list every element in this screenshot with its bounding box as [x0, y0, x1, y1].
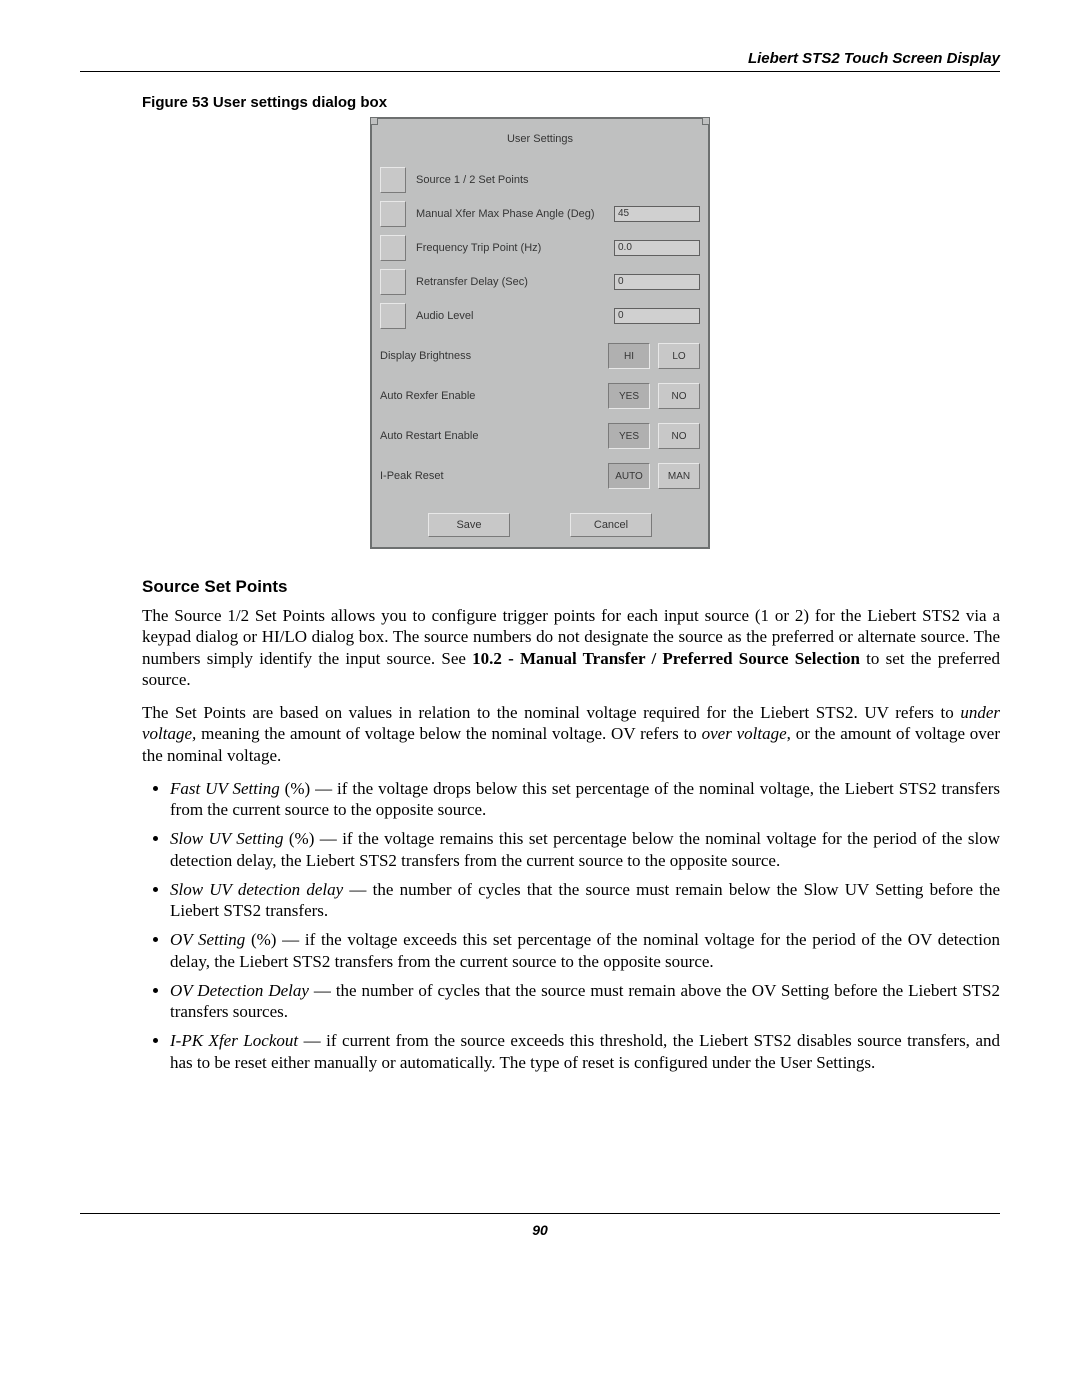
- row-retransfer: Retransfer Delay (Sec) 0: [380, 269, 700, 295]
- freq-trip-label: Frequency Trip Point (Hz): [416, 242, 614, 254]
- row-ipeak: I-Peak Reset AUTO MAN: [380, 463, 700, 489]
- top-rule: [80, 71, 1000, 72]
- audio-button[interactable]: [380, 303, 406, 329]
- bullet-item: Slow UV detection delay — the number of …: [170, 879, 1000, 922]
- bullet-item: OV Detection Delay — the number of cycle…: [170, 980, 1000, 1023]
- bullet-list: Fast UV Setting (%) — if the voltage dro…: [142, 778, 1000, 1073]
- row-phase-angle: Manual Xfer Max Phase Angle (Deg) 45: [380, 201, 700, 227]
- brightness-hi[interactable]: HI: [608, 343, 650, 369]
- brightness-lo[interactable]: LO: [658, 343, 700, 369]
- retransfer-label: Retransfer Delay (Sec): [416, 276, 614, 288]
- row-freq-trip: Frequency Trip Point (Hz) 0.0: [380, 235, 700, 261]
- bullet-item: OV Setting (%) — if the voltage exceeds …: [170, 929, 1000, 972]
- phase-angle-label: Manual Xfer Max Phase Angle (Deg): [416, 208, 614, 220]
- brightness-label: Display Brightness: [380, 350, 608, 362]
- audio-input[interactable]: 0: [614, 308, 700, 324]
- row-audio: Audio Level 0: [380, 303, 700, 329]
- setpoints-button[interactable]: [380, 167, 406, 193]
- row-rexfer: Auto Rexfer Enable YES NO: [380, 383, 700, 409]
- rexfer-yes[interactable]: YES: [608, 383, 650, 409]
- row-source-setpoints: Source 1 / 2 Set Points: [380, 167, 700, 193]
- ipeak-man[interactable]: MAN: [658, 463, 700, 489]
- retransfer-button[interactable]: [380, 269, 406, 295]
- restart-yes[interactable]: YES: [608, 423, 650, 449]
- retransfer-input[interactable]: 0: [614, 274, 700, 290]
- row-brightness: Display Brightness HI LO: [380, 343, 700, 369]
- bullet-item: Slow UV Setting (%) — if the voltage rem…: [170, 828, 1000, 871]
- running-header: Liebert STS2 Touch Screen Display: [80, 50, 1000, 67]
- save-button[interactable]: Save: [428, 513, 510, 537]
- rexfer-label: Auto Rexfer Enable: [380, 390, 608, 402]
- audio-label: Audio Level: [416, 310, 614, 322]
- section-heading: Source Set Points: [142, 577, 1000, 597]
- user-settings-dialog: User Settings Source 1 / 2 Set Points Ma…: [370, 117, 710, 549]
- ipeak-auto[interactable]: AUTO: [608, 463, 650, 489]
- phase-angle-button[interactable]: [380, 201, 406, 227]
- dialog-title: User Settings: [380, 127, 700, 159]
- bottom-rule: [80, 1213, 1000, 1214]
- restart-label: Auto Restart Enable: [380, 430, 608, 442]
- freq-trip-input[interactable]: 0.0: [614, 240, 700, 256]
- bullet-item: Fast UV Setting (%) — if the voltage dro…: [170, 778, 1000, 821]
- page-number: 90: [80, 1222, 1000, 1238]
- setpoints-label: Source 1 / 2 Set Points: [416, 174, 700, 186]
- figure-caption: Figure 53 User settings dialog box: [142, 94, 1000, 111]
- rexfer-no[interactable]: NO: [658, 383, 700, 409]
- cancel-button[interactable]: Cancel: [570, 513, 652, 537]
- para-2: The Set Points are based on values in re…: [142, 702, 1000, 766]
- restart-no[interactable]: NO: [658, 423, 700, 449]
- para-1: The Source 1/2 Set Points allows you to …: [142, 605, 1000, 690]
- phase-angle-input[interactable]: 45: [614, 206, 700, 222]
- row-restart: Auto Restart Enable YES NO: [380, 423, 700, 449]
- freq-trip-button[interactable]: [380, 235, 406, 261]
- ipeak-label: I-Peak Reset: [380, 470, 608, 482]
- bullet-item: I-PK Xfer Lockout — if current from the …: [170, 1030, 1000, 1073]
